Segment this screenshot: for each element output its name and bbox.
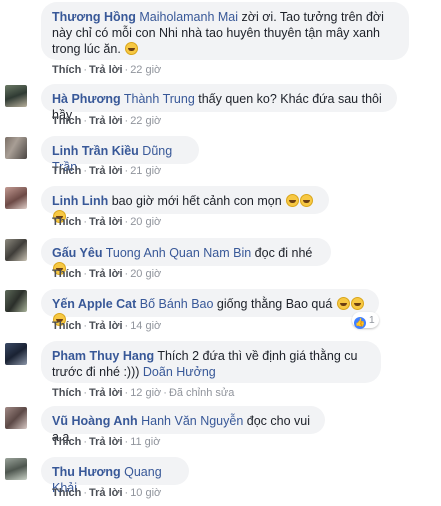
comment-author[interactable]: Gấu Yêu (52, 246, 102, 260)
like-link[interactable]: Thích (52, 64, 81, 76)
timestamp[interactable]: 22 giờ (130, 115, 161, 127)
reply-link[interactable]: Trả lời (89, 216, 123, 228)
rofl-emoji-icon (336, 297, 350, 310)
avatar[interactable] (5, 407, 27, 429)
like-link[interactable]: Thích (52, 487, 81, 499)
timestamp[interactable]: 10 giờ (130, 487, 161, 499)
smile-emoji-icon (125, 42, 139, 55)
reply-link[interactable]: Trả lời (89, 320, 123, 332)
comment-bubble: Thu Hương Quang Khải (41, 457, 189, 495)
comment-author[interactable]: Thương Hồng (52, 10, 136, 24)
avatar[interactable] (5, 290, 27, 312)
comment-bubble: Gấu Yêu Tuong Anh Quan Nam Bin đọc đi nh… (41, 238, 331, 275)
reply-link[interactable]: Trả lời (89, 436, 123, 448)
avatar[interactable] (5, 343, 27, 365)
like-link[interactable]: Thích (52, 115, 81, 127)
tagged-user[interactable]: Bố Bánh Bao (140, 297, 214, 311)
comment-actions: Thích · Trả lời · 20 giờ (52, 268, 162, 280)
reaction-count-badge[interactable]: 👍 1 (352, 312, 379, 329)
tagged-user[interactable]: Thành Trung (124, 92, 195, 106)
comment-bubble: Linh Linh bao giờ mới hết cảnh con mọn (41, 186, 329, 223)
comment-actions: Thích · Trả lời · 12 giờ · Đã chỉnh sửa (52, 387, 235, 399)
reply-link[interactable]: Trả lời (89, 115, 123, 127)
like-link[interactable]: Thích (52, 436, 81, 448)
timestamp[interactable]: 12 giờ (130, 387, 161, 399)
reply-link[interactable]: Trả lời (89, 268, 123, 280)
like-reaction-icon: 👍 (354, 317, 366, 329)
laughing-emoji-icon (300, 194, 314, 207)
comment-actions: Thích · Trả lời · 21 giờ (52, 165, 162, 177)
avatar[interactable] (5, 187, 27, 209)
tagged-user[interactable]: Hanh Văn Nguyễn (141, 414, 243, 428)
reply-link[interactable]: Trả lời (89, 487, 123, 499)
like-link[interactable]: Thích (52, 165, 81, 177)
like-link[interactable]: Thích (52, 387, 81, 399)
comment-bubble: Linh Trần Kiều Dũng Trần (41, 136, 199, 174)
reaction-count: 1 (368, 314, 375, 326)
comment-author[interactable]: Yến Apple Cat (52, 297, 136, 311)
reply-link[interactable]: Trả lời (89, 387, 123, 399)
comment-text: bao giờ mới hết cảnh con mọn (111, 194, 282, 208)
comment-actions: Thích · Trả lời · 22 giờ (52, 115, 162, 127)
comment-bubble: Pham Thuy Hang Thích 2 đứa thì về định g… (41, 341, 381, 383)
reply-link[interactable]: Trả lời (89, 64, 123, 76)
avatar[interactable] (5, 85, 27, 107)
comment-actions: Thích · Trả lời · 11 giờ (52, 436, 161, 448)
avatar[interactable] (5, 137, 27, 159)
like-link[interactable]: Thích (52, 216, 81, 228)
timestamp[interactable]: 21 giờ (130, 165, 161, 177)
avatar[interactable] (5, 239, 27, 261)
comment-actions: Thích · Trả lời · 14 giờ (52, 320, 162, 332)
comment-bubble: Yến Apple Cat Bố Bánh Bao giống thằng Ba… (41, 289, 379, 326)
laughing-emoji-icon (286, 194, 300, 207)
comment-author[interactable]: Linh Trần Kiều (52, 144, 139, 158)
comment-author[interactable]: Pham Thuy Hang (52, 349, 154, 363)
comment-author[interactable]: Linh Linh (52, 194, 108, 208)
comment-bubble: Vũ Hoàng Anh Hanh Văn Nguyễn đọc cho vui… (41, 406, 325, 444)
comment-text: giống thằng Bao quá (213, 297, 333, 311)
like-link[interactable]: Thích (52, 268, 81, 280)
comment-actions: Thích · Trả lời · 20 giờ (52, 216, 162, 228)
like-link[interactable]: Thích (52, 320, 81, 332)
tagged-user[interactable]: Maiholamanh Mai (139, 10, 238, 24)
comment-actions: Thích · Trả lời · 10 giờ (52, 487, 162, 499)
timestamp[interactable]: 20 giờ (130, 216, 161, 228)
tagged-user[interactable]: Doãn Hưởng (143, 365, 216, 379)
comment-bubble: Thương Hồng Maiholamanh Mai zời ơi. Tao … (41, 2, 409, 60)
comment-author[interactable]: Thu Hương (52, 465, 121, 479)
edited-label[interactable]: Đã chỉnh sửa (169, 387, 234, 399)
timestamp[interactable]: 20 giờ (130, 268, 161, 280)
timestamp[interactable]: 14 giờ (130, 320, 161, 332)
timestamp[interactable]: 11 giờ (130, 436, 160, 448)
comment-author[interactable]: Vũ Hoàng Anh (52, 414, 138, 428)
comment-text: đọc đi nhé (251, 246, 313, 260)
reply-link[interactable]: Trả lời (89, 165, 123, 177)
comment-bubble: Hà Phương Thành Trung thấy quen ko? Khác… (41, 84, 397, 122)
rofl-emoji-icon (350, 297, 364, 310)
tagged-user[interactable]: Tuong Anh Quan Nam Bin (106, 246, 251, 260)
timestamp[interactable]: 22 giờ (130, 64, 161, 76)
avatar[interactable] (5, 458, 27, 480)
comment-author[interactable]: Hà Phương (52, 92, 121, 106)
comment-actions: Thích · Trả lời · 22 giờ (52, 64, 162, 76)
